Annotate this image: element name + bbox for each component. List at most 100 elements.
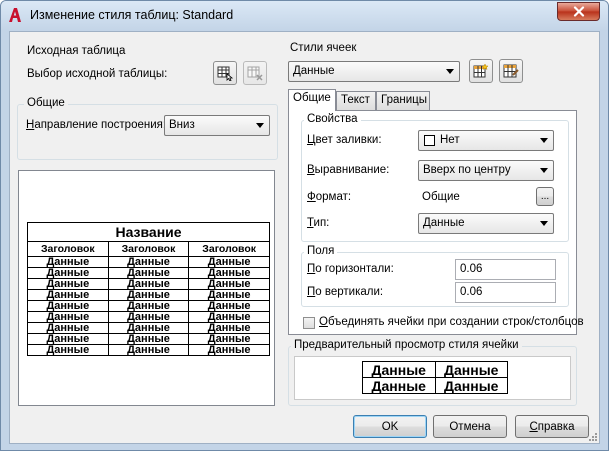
source-table-group: Исходная таблица Выбор исходной таблицы: <box>17 45 278 91</box>
format-value: Общие <box>422 191 460 203</box>
direction-value: Вниз <box>169 119 195 131</box>
horizontal-margin-label: По горизонтали: <box>307 263 394 275</box>
preview-data-row: Данные Данные Данные <box>27 300 270 312</box>
cell-preview-cell: Данные <box>362 377 436 394</box>
preview-data-cell: Данные <box>107 289 190 301</box>
chevron-down-icon <box>446 69 454 74</box>
table-select-icon <box>217 66 233 81</box>
preview-data-cell: Данные <box>188 289 270 301</box>
preview-data-cell: Данные <box>107 344 190 356</box>
type-label: Тип: <box>307 217 329 229</box>
preview-data-cell: Данные <box>188 311 270 323</box>
ok-button[interactable]: OK <box>353 415 427 438</box>
preview-data-cell: Данные <box>188 278 270 290</box>
cell-preview-group: Предварительный просмотр стиля ячейки Да… <box>288 339 577 406</box>
resize-grip-icon[interactable] <box>588 432 598 442</box>
autocad-app-icon <box>9 8 21 22</box>
title-bar[interactable]: Изменение стиля таблиц: Standard <box>1 1 608 31</box>
preview-data-cell: Данные <box>107 333 190 345</box>
chevron-down-icon <box>540 168 548 173</box>
type-value: Данные <box>423 217 465 229</box>
tab-borders[interactable]: Границы <box>376 91 430 111</box>
cancel-button[interactable]: Отмена <box>433 415 507 438</box>
help-label: правка <box>537 420 575 433</box>
direction-dropdown[interactable]: Вниз <box>164 115 270 136</box>
remove-source-table-button[interactable] <box>243 61 267 85</box>
preview-table: Название Заголовок Заголовок Заголовок Д… <box>27 222 270 356</box>
direction-label-text: аправление построения: <box>34 119 167 131</box>
preview-data-cell: Данные <box>27 322 109 334</box>
vertical-margin-label: По вертикали: <box>307 286 383 298</box>
preview-data-cell: Данные <box>107 322 190 334</box>
preview-data-cell: Данные <box>107 256 190 268</box>
table-delete-icon <box>247 66 263 81</box>
color-swatch <box>424 135 435 146</box>
tab-general[interactable]: Общие <box>288 89 336 111</box>
preview-data-cell: Данные <box>188 267 270 279</box>
merge-cells-label-text: бъединять ячейки при создании строк/стол… <box>327 316 584 328</box>
preview-data-row: Данные Данные Данные <box>27 278 270 290</box>
margins-group: Поля По горизонтали: 0.06 По вертикали: … <box>301 245 569 307</box>
close-button[interactable] <box>557 2 600 21</box>
preview-data-row: Данные Данные Данные <box>27 311 270 323</box>
horizontal-margin-value: 0.06 <box>460 263 483 275</box>
horizontal-margin-input[interactable]: 0.06 <box>455 259 556 280</box>
manage-cell-styles-button[interactable] <box>499 59 523 83</box>
preview-data-cell: Данные <box>27 344 109 356</box>
cell-preview-area: Данные Данные Данные Данные <box>294 356 571 400</box>
manage-cell-styles-icon <box>503 64 519 78</box>
alignment-label-text: ыравнивание: <box>314 164 390 176</box>
preview-data-cell: Данные <box>107 267 190 279</box>
fill-color-dropdown[interactable]: Нет <box>418 130 554 151</box>
general-group: Общие Направление построения: Вниз <box>17 97 278 160</box>
cell-style-value: Данные <box>293 65 335 77</box>
cell-preview-cell: Данные <box>434 377 508 394</box>
select-source-table-button[interactable] <box>213 61 237 85</box>
preview-data-cell: Данные <box>188 322 270 334</box>
help-hotkey: С <box>529 420 538 433</box>
preview-table-title: Название <box>27 222 270 242</box>
preview-data-cell: Данные <box>27 311 109 323</box>
cell-preview-cell: Данные <box>362 361 436 378</box>
alignment-dropdown[interactable]: Вверх по центру <box>418 160 554 181</box>
preview-data-cell: Данные <box>27 267 109 279</box>
window-title: Изменение стиля таблиц: Standard <box>30 8 234 22</box>
format-hotkey: Ф <box>307 191 316 203</box>
alignment-value: Вверх по центру <box>423 164 511 176</box>
preview-data-cell: Данные <box>107 311 190 323</box>
vertical-margin-value: 0.06 <box>460 286 483 298</box>
cell-preview-group-title: Предварительный просмотр стиля ячейки <box>291 339 522 351</box>
help-button[interactable]: Справка <box>515 415 589 438</box>
merge-cells-checkbox[interactable]: Объединять ячейки при создании строк/сто… <box>303 315 584 331</box>
alignment-hotkey: В <box>307 164 315 176</box>
margins-group-title: Поля <box>304 245 338 257</box>
properties-group: Свойства Цвет заливки: Нет Выравнивание:… <box>301 113 569 242</box>
type-dropdown[interactable]: Данные <box>418 213 554 234</box>
merge-cells-label: Объединять ячейки при создании строк/сто… <box>319 316 584 328</box>
alignment-label: Выравнивание: <box>307 164 389 176</box>
checkbox-box[interactable] <box>303 317 315 329</box>
format-browse-button[interactable]: ... <box>536 187 554 206</box>
preview-header-cell: Заголовок <box>188 241 270 257</box>
fill-color-label: Цвет заливки: <box>307 134 382 146</box>
new-cell-style-icon <box>473 63 489 78</box>
fill-color-value: Нет <box>440 134 460 146</box>
preview-data-cell: Данные <box>107 300 190 312</box>
tab-general-pane: Свойства Цвет заливки: Нет Выравнивание:… <box>288 110 584 335</box>
cell-styles-title: Стили ячеек <box>290 42 357 54</box>
preview-data-row: Данные Данные Данные <box>27 289 270 301</box>
preview-data-cell: Данные <box>27 289 109 301</box>
preview-header-row: Заголовок Заголовок Заголовок <box>27 241 270 257</box>
cell-style-dropdown[interactable]: Данные <box>288 61 460 82</box>
preview-data-cell: Данные <box>188 256 270 268</box>
preview-data-row: Данные Данные Данные <box>27 344 270 356</box>
properties-group-title: Свойства <box>304 113 361 125</box>
preview-data-cell: Данные <box>107 278 190 290</box>
chevron-down-icon <box>540 221 548 226</box>
preview-data-cell: Данные <box>27 300 109 312</box>
new-cell-style-button[interactable] <box>469 59 493 83</box>
vertical-margin-input[interactable]: 0.06 <box>455 282 556 303</box>
tab-text[interactable]: Текст <box>336 91 376 111</box>
fill-color-label-text: вет заливки: <box>315 134 382 146</box>
direction-label: Направление построения: <box>26 119 166 131</box>
